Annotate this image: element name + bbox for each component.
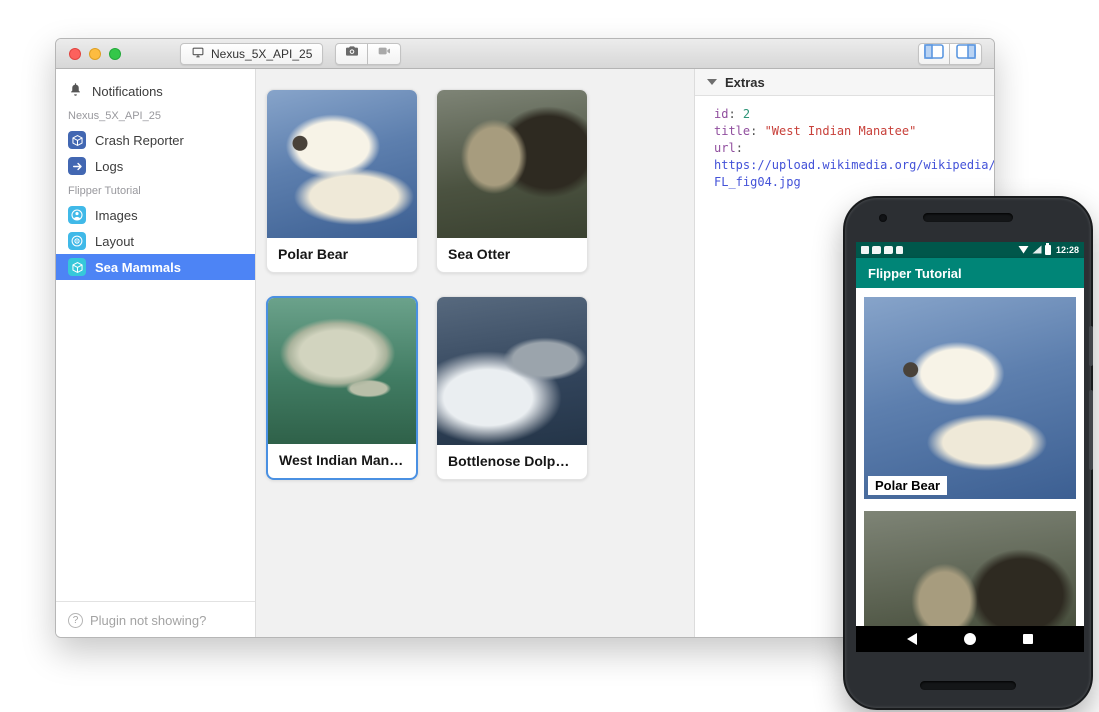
sidebar-item-label: Notifications [92, 84, 163, 99]
polar-bear-image [267, 90, 417, 238]
extras-header[interactable]: Extras [695, 69, 994, 96]
battery-icon [1045, 245, 1051, 255]
user-circle-icon [68, 206, 86, 224]
back-icon[interactable] [907, 633, 917, 645]
question-icon: ? [68, 613, 83, 628]
app-bar: Flipper Tutorial [856, 258, 1084, 288]
list-item-sea-otter[interactable] [864, 511, 1076, 626]
card-polar-bear[interactable]: Polar Bear [266, 89, 418, 273]
target-icon [68, 232, 86, 250]
plugin-help-link[interactable]: ? Plugin not showing? [56, 601, 255, 638]
video-camera-icon [376, 43, 392, 64]
sidebar-item-label: Sea Mammals [95, 260, 181, 275]
mammal-list: Polar Bear [856, 288, 1084, 626]
sidebar-item-images[interactable]: Images [56, 202, 255, 228]
phone-screen: 12:28 Flipper Tutorial Polar Bear [856, 242, 1084, 652]
status-bar-clock: 12:28 [1056, 245, 1079, 255]
toggle-left-sidebar-button[interactable] [918, 43, 950, 65]
json-line-url-value: FL_fig04.jpg [714, 174, 994, 191]
cube-icon [68, 131, 86, 149]
toggle-left-sidebar-icon [924, 44, 944, 64]
screenshot-button[interactable] [335, 43, 368, 65]
sidebar-item-notifications[interactable]: Notifications [56, 78, 255, 104]
status-bar: 12:28 [856, 242, 1084, 258]
minimize-button[interactable] [89, 48, 101, 60]
chat-notification-icon [872, 246, 881, 254]
list-item-polar-bear[interactable]: Polar Bear [864, 297, 1076, 499]
sea-mammals-grid: Polar Bear Sea Otter West Indian Manatee… [256, 69, 694, 638]
device-selector-button[interactable]: Nexus_5X_API_25 [180, 43, 323, 65]
sidebar-toggles [918, 43, 982, 65]
sidebar-item-layout[interactable]: Layout [56, 228, 255, 254]
chevron-down-icon [707, 79, 717, 85]
sidebar-item-label: Logs [95, 159, 123, 174]
device-selector-label: Nexus_5X_API_25 [211, 47, 312, 61]
plugin-help-label: Plugin not showing? [90, 613, 206, 628]
facebook-notification-icon [861, 246, 869, 254]
sidebar-section-device: Nexus_5X_API_25 [56, 104, 255, 127]
card-title: West Indian Manatee [268, 444, 416, 478]
android-nav-bar [856, 626, 1084, 652]
bottom-speaker [920, 681, 1016, 690]
card-bottlenose-dolphin[interactable]: Bottlenose Dolphin [436, 296, 588, 480]
wifi-icon [1018, 242, 1029, 259]
earpiece-speaker [923, 213, 1013, 222]
card-title: Polar Bear [267, 238, 417, 272]
sidebar-item-label: Crash Reporter [95, 133, 184, 148]
sidebar-item-crash-reporter[interactable]: Crash Reporter [56, 127, 255, 153]
json-line-id: id: 2 [714, 106, 994, 123]
cell-signal-icon [1032, 242, 1042, 259]
dolphin-image [437, 297, 587, 445]
volume-button[interactable] [1089, 390, 1093, 470]
sidebar-section-app: Flipper Tutorial [56, 179, 255, 202]
sidebar-item-sea-mammals[interactable]: Sea Mammals [56, 254, 255, 280]
card-title: Sea Otter [437, 238, 587, 272]
monitor-icon [191, 46, 205, 62]
android-phone: 12:28 Flipper Tutorial Polar Bear [843, 196, 1093, 710]
plugin-sidebar: Notifications Nexus_5X_API_25 Crash Repo… [56, 69, 256, 638]
json-line-url-key: url: [714, 140, 994, 157]
sidebar-item-label: Images [95, 208, 138, 223]
usb-icon [896, 246, 903, 254]
camera-icon [344, 43, 360, 64]
zoom-button[interactable] [109, 48, 121, 60]
card-west-indian-manatee[interactable]: West Indian Manatee [266, 296, 418, 480]
home-icon[interactable] [964, 633, 976, 645]
card-title: Bottlenose Dolphin [437, 445, 587, 479]
power-button[interactable] [1089, 326, 1093, 366]
manatee-image [268, 298, 416, 444]
json-line-title: title: "West Indian Manatee" [714, 123, 994, 140]
card-sea-otter[interactable]: Sea Otter [436, 89, 588, 273]
extras-title: Extras [725, 75, 765, 90]
toggle-right-sidebar-icon [956, 44, 976, 64]
sea-otter-image [437, 90, 587, 238]
close-button[interactable] [69, 48, 81, 60]
toggle-right-sidebar-button[interactable] [950, 43, 982, 65]
app-bar-title: Flipper Tutorial [868, 266, 962, 281]
arrow-right-icon [68, 157, 86, 175]
front-camera [879, 214, 887, 222]
extras-json-view: id: 2 title: "West Indian Manatee" url: … [695, 96, 994, 191]
traffic-lights [69, 48, 121, 60]
recents-icon[interactable] [1023, 634, 1033, 644]
cube-icon [68, 258, 86, 276]
sidebar-item-label: Layout [95, 234, 134, 249]
bell-icon [68, 82, 83, 100]
screen-record-button[interactable] [368, 43, 401, 65]
chat-notification-icon [884, 246, 893, 254]
list-item-label: Polar Bear [868, 476, 947, 495]
capture-buttons [335, 43, 401, 65]
json-line-url-value: https://upload.wikimedia.org/wikipedia/c… [714, 157, 994, 174]
titlebar: Nexus_5X_API_25 [56, 39, 994, 69]
sidebar-item-logs[interactable]: Logs [56, 153, 255, 179]
